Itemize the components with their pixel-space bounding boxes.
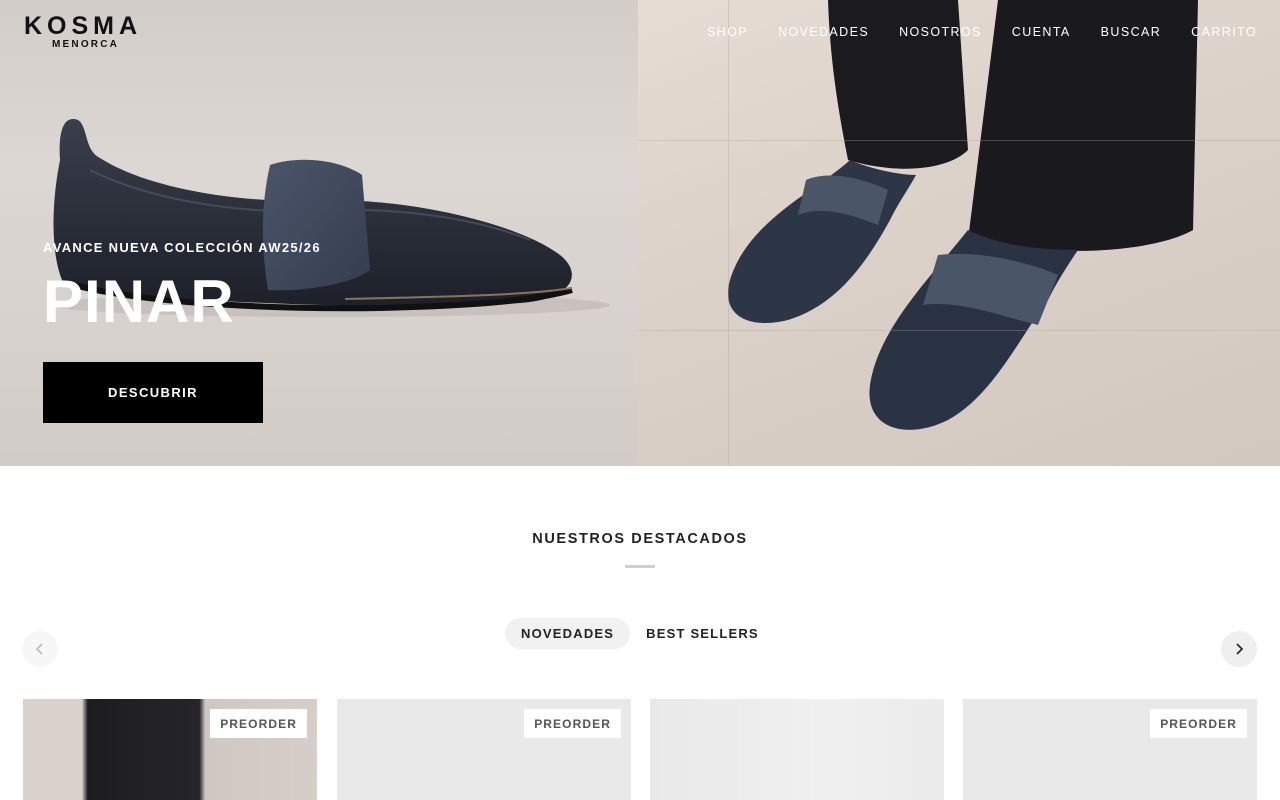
hero-lifestyle-image	[638, 0, 1280, 466]
chevron-right-icon	[1236, 643, 1244, 655]
tab-novedades[interactable]: NOVEDADES	[505, 618, 631, 649]
title-divider	[625, 565, 655, 568]
brand-name: KOSMA	[24, 12, 143, 40]
product-image	[650, 699, 944, 800]
product-card[interactable]: PREORDER	[337, 699, 631, 800]
featured-tabs: NOVEDADES BEST SELLERS	[505, 618, 775, 649]
product-carousel: PREORDER PREORDER PREORDER	[23, 699, 1257, 800]
site-header: KOSMA MENORCA SHOP NOVEDADES NOSOTROS CU…	[0, 0, 1280, 64]
preorder-badge: PREORDER	[524, 709, 621, 738]
hero-title: PINAR	[43, 268, 235, 335]
nav-item-novedades[interactable]: NOVEDADES	[778, 24, 869, 40]
model-legs-illustration	[727, 0, 1198, 430]
preorder-badge: PREORDER	[210, 709, 307, 738]
nav-item-buscar[interactable]: BUSCAR	[1101, 24, 1162, 40]
product-card[interactable]: PREORDER	[963, 699, 1257, 800]
hero-copy: AVANCE NUEVA COLECCIÓN AW25/26 PINAR	[43, 240, 321, 334]
brand-logo[interactable]: KOSMA MENORCA	[24, 12, 144, 51]
nav-item-nosotros[interactable]: NOSOTROS	[899, 24, 982, 40]
preorder-badge: PREORDER	[1150, 709, 1247, 738]
tab-best-sellers[interactable]: BEST SELLERS	[630, 618, 775, 649]
brand-tagline: MENORCA	[52, 39, 120, 50]
featured-title: NUESTROS DESTACADOS	[532, 531, 748, 547]
nav-item-cuenta[interactable]: CUENTA	[1012, 24, 1071, 40]
chevron-left-icon	[35, 643, 43, 655]
nav-item-carrito[interactable]: CARRITO	[1191, 24, 1257, 40]
hero-banner: KOSMA MENORCA SHOP NOVEDADES NOSOTROS CU…	[0, 0, 1280, 466]
main-nav: SHOP NOVEDADES NOSOTROS CUENTA BUSCAR CA…	[707, 24, 1257, 40]
product-card[interactable]	[650, 699, 944, 800]
discover-button[interactable]: DESCUBRIR	[43, 362, 263, 423]
product-card[interactable]: PREORDER	[23, 699, 317, 800]
nav-item-shop[interactable]: SHOP	[707, 24, 748, 40]
carousel-next-button[interactable]	[1221, 631, 1257, 667]
hero-eyebrow: AVANCE NUEVA COLECCIÓN AW25/26	[43, 240, 321, 255]
carousel-prev-button[interactable]	[22, 631, 58, 667]
